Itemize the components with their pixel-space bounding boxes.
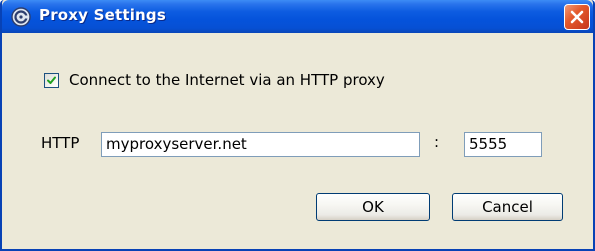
proxy-enable-row[interactable]: Connect to the Internet via an HTTP prox… — [44, 71, 385, 89]
cancel-button[interactable]: Cancel — [452, 193, 563, 221]
title-bar[interactable]: Proxy Settings — [2, 0, 593, 33]
proxy-enable-checkbox[interactable] — [44, 72, 59, 88]
proxy-settings-dialog: Proxy Settings Connect to the Internet v… — [0, 0, 595, 251]
close-button[interactable] — [564, 4, 590, 30]
host-port-separator: : — [434, 133, 440, 151]
window-title: Proxy Settings — [39, 6, 166, 24]
proxy-host-input[interactable]: myproxyserver.net — [101, 132, 420, 157]
proxy-enable-label[interactable]: Connect to the Internet via an HTTP prox… — [69, 71, 385, 89]
proxy-port-input[interactable]: 5555 — [464, 132, 542, 157]
http-label: HTTP — [41, 134, 80, 152]
app-icon — [11, 7, 31, 27]
dialog-body: Connect to the Internet via an HTTP prox… — [2, 33, 593, 249]
ok-button[interactable]: OK — [316, 193, 430, 221]
